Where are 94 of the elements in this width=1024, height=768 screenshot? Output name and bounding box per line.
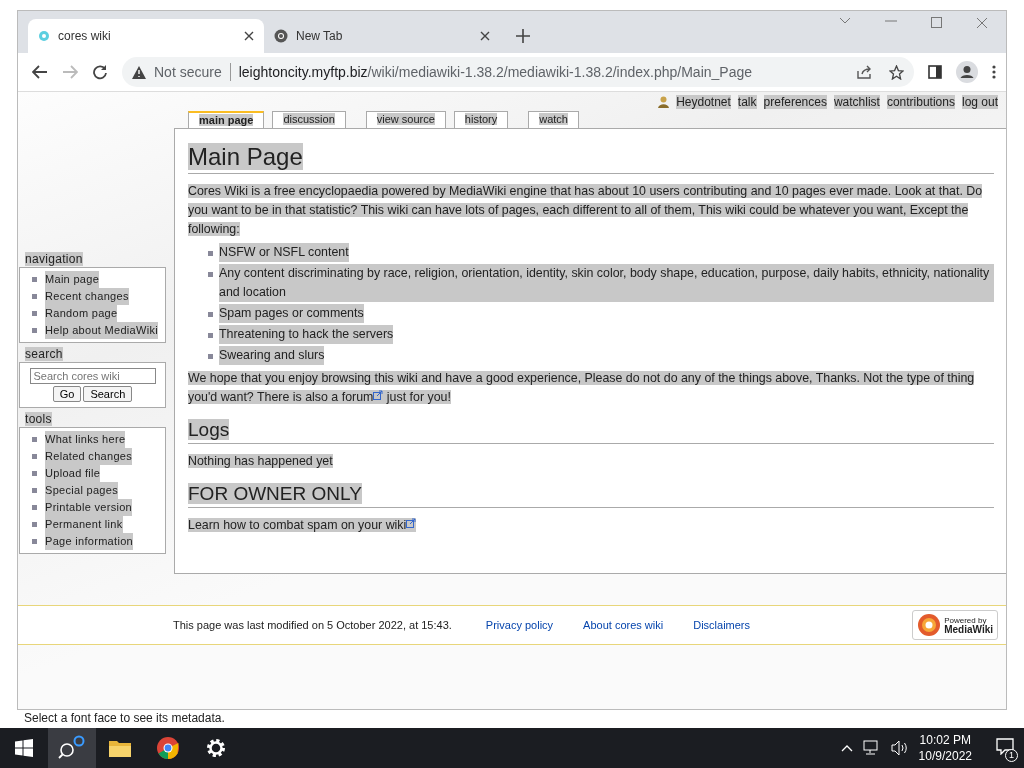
page-tab[interactable]: watch — [528, 111, 579, 128]
nav-link[interactable]: Recent changes — [45, 288, 129, 305]
bullet-icon — [208, 251, 213, 256]
notification-count: 1 — [1005, 749, 1018, 762]
reload-icon[interactable] — [92, 64, 108, 80]
external-link-icon — [406, 518, 417, 528]
bullet-icon — [32, 277, 37, 282]
folder-icon[interactable] — [109, 739, 131, 757]
section-heading: FOR OWNER ONLY — [188, 483, 362, 504]
tool-link[interactable]: Page information — [45, 533, 133, 550]
bullet-icon — [32, 294, 37, 299]
portlet-title: navigation — [25, 252, 83, 266]
nav-link[interactable]: Main page — [45, 271, 100, 288]
side-panel-icon[interactable] — [928, 65, 942, 79]
user-link[interactable]: talk — [737, 95, 757, 109]
spam-link[interactable]: Learn how to combat spam on your wiki — [188, 518, 417, 532]
search-button[interactable]: Go — [52, 386, 82, 402]
page-title: Main Page — [188, 143, 303, 170]
close-icon[interactable] — [480, 31, 490, 41]
page-tab[interactable]: discussion — [272, 111, 346, 128]
nav-link[interactable]: Random page — [45, 305, 118, 322]
bullet-icon — [32, 328, 37, 333]
clock-time[interactable]: 10:02 PM — [918, 732, 972, 748]
user-icon — [658, 96, 670, 108]
clock-date[interactable]: 10/9/2022 — [918, 748, 972, 764]
list-item: Threatening to hack the servers — [219, 325, 394, 344]
bullet-icon — [208, 333, 213, 338]
external-link-icon — [373, 390, 384, 400]
page-tab[interactable]: main page — [188, 111, 265, 128]
user-link[interactable]: watchlist — [833, 95, 880, 109]
user-link[interactable]: Heydotnet — [676, 95, 731, 109]
background-text: Select a font face to see its metadata. — [24, 711, 225, 725]
list-item: Spam pages or comments — [219, 304, 364, 323]
user-link[interactable]: preferences — [763, 95, 827, 109]
browser-tab[interactable]: cores wiki — [28, 19, 264, 53]
tool-link[interactable]: Related changes — [45, 448, 133, 465]
user-link[interactable]: contributions — [886, 95, 955, 109]
chevron-down-icon[interactable] — [839, 17, 851, 25]
tool-link[interactable]: Upload file — [45, 465, 101, 482]
back-icon[interactable] — [32, 65, 48, 79]
bullet-icon — [32, 437, 37, 442]
search-icon[interactable] — [58, 735, 86, 761]
page-tab[interactable]: view source — [365, 111, 446, 128]
footer-link[interactable]: Disclaimers — [693, 619, 751, 631]
address-bar[interactable]: Not secure leightoncity.myftp.biz/wiki/mediawiki-1.38.2/mediawiki-1.38.2/index.php/Main_Page — [122, 57, 914, 87]
tool-link[interactable]: Special pages — [45, 482, 118, 499]
bullet-icon — [32, 311, 37, 316]
bullet-icon — [32, 539, 37, 544]
windows-icon[interactable] — [15, 739, 33, 757]
section-text: Nothing has happened yet — [188, 454, 333, 468]
close-icon[interactable] — [244, 31, 254, 41]
bullet-icon — [208, 312, 213, 317]
tool-link[interactable]: What links here — [45, 431, 126, 448]
search-button[interactable]: Search — [83, 386, 133, 402]
portlet-title: search — [25, 347, 63, 361]
bullet-icon — [32, 488, 37, 493]
browser-tab[interactable]: New Tab — [264, 19, 500, 53]
footer-link[interactable]: Privacy policy — [485, 619, 554, 631]
url-text: leightoncity.myftp.biz/wiki/mediawiki-1.38.2/mediawiki-1.38.2/index.php/Main_Page — [238, 64, 753, 80]
list-item: Any content discriminating by race, religion, orientation, identity, skin color, body shape, education, purpose, daily habits, ethnicity, nationality and location — [219, 264, 994, 302]
speaker-icon[interactable] — [890, 740, 909, 756]
maximize-icon[interactable] — [931, 17, 942, 28]
last-modified-text: This page was last modified on 5 October 2022, at 15:43. — [173, 619, 452, 631]
nav-link[interactable]: Help about MediaWiki — [45, 322, 158, 339]
bullet-icon — [208, 272, 213, 277]
outro-paragraph: We hope that you enjoy browsing this wiki and have a good experience, Please do not do any of the things above, Thanks. Not the type of thing you'd want? There is also a forum just for you! — [188, 370, 976, 406]
bullet-icon — [32, 505, 37, 510]
bullet-icon — [208, 354, 213, 359]
powered-by-badge[interactable]: Powered by MediaWiki — [912, 610, 998, 640]
new-tab-icon[interactable] — [516, 29, 530, 43]
search-field[interactable]: Search cores wiki — [29, 368, 156, 384]
bullet-icon — [32, 471, 37, 476]
intro-paragraph: Cores Wiki is a free encyclopaedia powered by MediaWiki engine that has about 10 users contributing and 10 pages ever made. Look at that. Do you want to be in that statistic? This wiki can have lots of pages, each different to all of them, This wiki could be whatever you want, Except the following: — [188, 183, 984, 238]
network-icon[interactable] — [862, 740, 881, 756]
tool-link[interactable]: Permanent link — [45, 516, 123, 533]
forum-link[interactable]: forum — [341, 390, 384, 404]
list-item: NSFW or NSFL content — [219, 243, 349, 262]
bullet-icon — [32, 454, 37, 459]
user-link[interactable]: log out — [961, 95, 998, 109]
portlet-title: tools — [25, 412, 52, 426]
warning-icon — [132, 65, 146, 79]
security-label: Not secure — [154, 64, 222, 80]
menu-icon[interactable] — [992, 65, 996, 79]
profile-icon[interactable] — [956, 61, 978, 83]
footer-link[interactable]: About cores wiki — [583, 619, 664, 631]
bullet-icon — [32, 522, 37, 527]
tool-link[interactable]: Printable version — [45, 499, 133, 516]
chevron-up-icon[interactable] — [840, 744, 853, 752]
gear-icon[interactable] — [205, 737, 227, 759]
list-item: Swearing and slurs — [219, 346, 325, 365]
star-icon[interactable] — [889, 64, 904, 80]
share-icon[interactable] — [857, 65, 873, 79]
section-heading: Logs — [188, 419, 230, 440]
page-tab[interactable]: history — [453, 111, 509, 128]
